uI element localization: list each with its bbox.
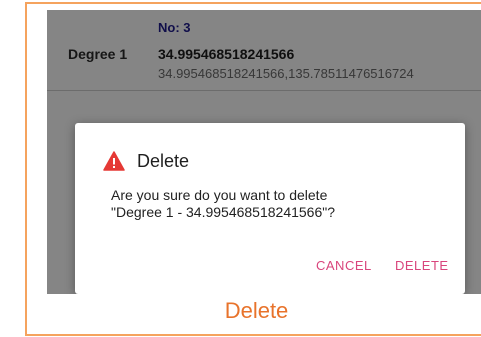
warning-icon bbox=[103, 151, 125, 171]
figure-caption: Delete bbox=[224, 298, 289, 323]
dialog-title: Delete bbox=[137, 150, 190, 171]
figure-frame: Degree 1 No: 3 34.995468518241566 34.995… bbox=[25, 2, 481, 336]
dialog-message: Are you sure do you want to delete "Degr… bbox=[111, 187, 336, 220]
cancel-button[interactable]: CANCEL bbox=[316, 258, 372, 273]
delete-button[interactable]: DELETE bbox=[395, 258, 449, 273]
delete-dialog: Delete Are you sure do you want to delet… bbox=[75, 123, 465, 294]
dialog-header: Delete bbox=[103, 150, 189, 172]
app-screen: Degree 1 No: 3 34.995468518241566 34.995… bbox=[47, 10, 481, 294]
